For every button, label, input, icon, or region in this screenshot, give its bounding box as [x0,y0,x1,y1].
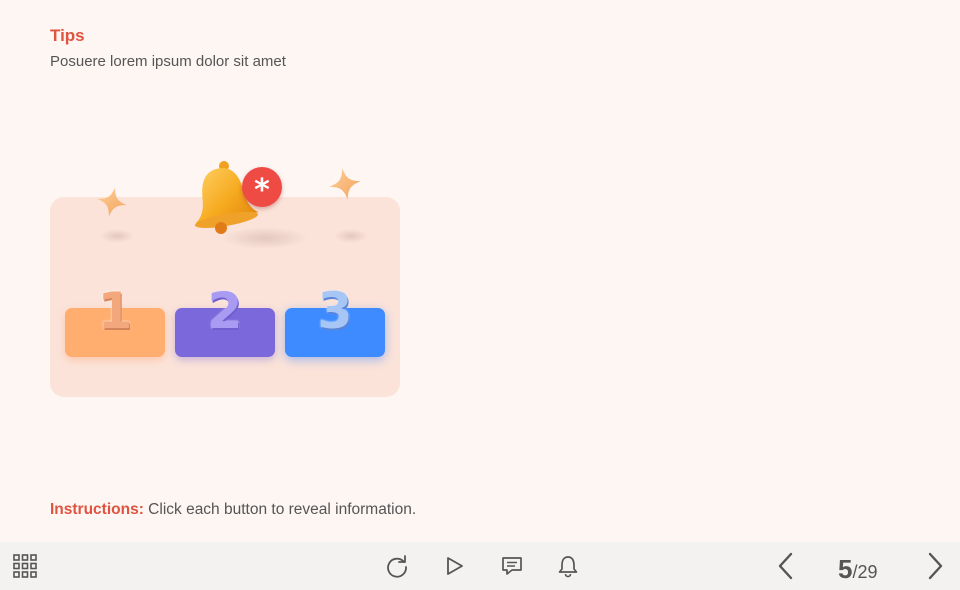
notification-bell-icon [558,556,578,578]
captions-button[interactable] [496,550,528,582]
notifications-button[interactable] [552,550,584,582]
button-number: 1 [97,282,133,340]
current-page: 5 [838,554,853,584]
button-number: 2 [207,282,243,340]
replay-button[interactable] [381,550,413,582]
star-shadow [334,229,368,243]
chevron-right-icon [928,552,943,580]
notification-badge: * [242,167,282,208]
next-slide-button[interactable] [919,550,951,582]
slide-title: Tips [50,26,85,45]
page-counter: 5/29 [838,554,878,585]
menu-button[interactable] [9,550,41,582]
comment-icon [502,557,522,575]
player-toolbar: 5/29 [0,542,960,590]
replay-icon [387,555,407,578]
chevron-left-icon [778,552,793,580]
slide-subtitle: Posuere lorem ipsum dolor sit amet [50,53,286,70]
instructions-text: Click each button to reveal information. [143,501,417,518]
badge-asterisk: * [254,173,270,208]
instructions: Instructions: Click each button to revea… [50,501,416,519]
instructions-label: Instructions: [50,501,144,518]
previous-slide-button[interactable] [770,550,802,582]
reveal-button-2[interactable]: 2 [175,286,275,357]
star-icon [97,187,127,217]
star-shadow [100,229,134,243]
button-number: 3 [317,282,353,340]
reveal-button-3[interactable]: 3 [285,286,385,357]
play-button[interactable] [438,550,470,582]
reveal-button-1[interactable]: 1 [65,286,165,357]
play-icon [447,557,463,575]
grid-icon [13,554,37,578]
total-pages: /29 [852,562,878,582]
slide: Tips Posuere lorem ipsum dolor sit amet … [0,0,960,542]
star-icon [329,168,361,200]
